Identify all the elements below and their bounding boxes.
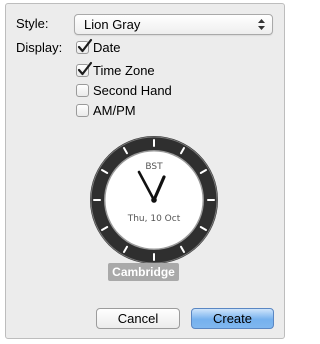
create-button[interactable]: Create [191,308,274,329]
style-popup[interactable]: Lion Gray [74,14,273,35]
popup-arrows-icon [257,16,266,33]
second-hand-checkbox[interactable] [76,84,89,97]
style-popup-value: Lion Gray [84,17,141,32]
clock-face: BST Thu, 10 Oct [90,136,218,264]
time-zone-checkbox[interactable] [76,61,93,77]
city-name-badge: Cambridge [108,263,179,281]
clock-date-text: Thu, 10 Oct [127,214,181,224]
am-pm-checkbox-label: AM/PM [93,103,136,118]
clock-timezone-text: BST [145,162,163,172]
time-zone-checkbox-label: Time Zone [93,63,155,78]
display-label: Display: [16,40,63,55]
am-pm-checkbox[interactable] [76,104,89,117]
style-label: Style: [16,16,49,31]
cancel-button[interactable]: Cancel [96,308,180,329]
date-checkbox[interactable] [76,38,93,54]
date-checkbox-label: Date [93,40,121,55]
clock-center-pin [151,197,157,203]
second-hand-checkbox-label: Second Hand [93,83,172,98]
